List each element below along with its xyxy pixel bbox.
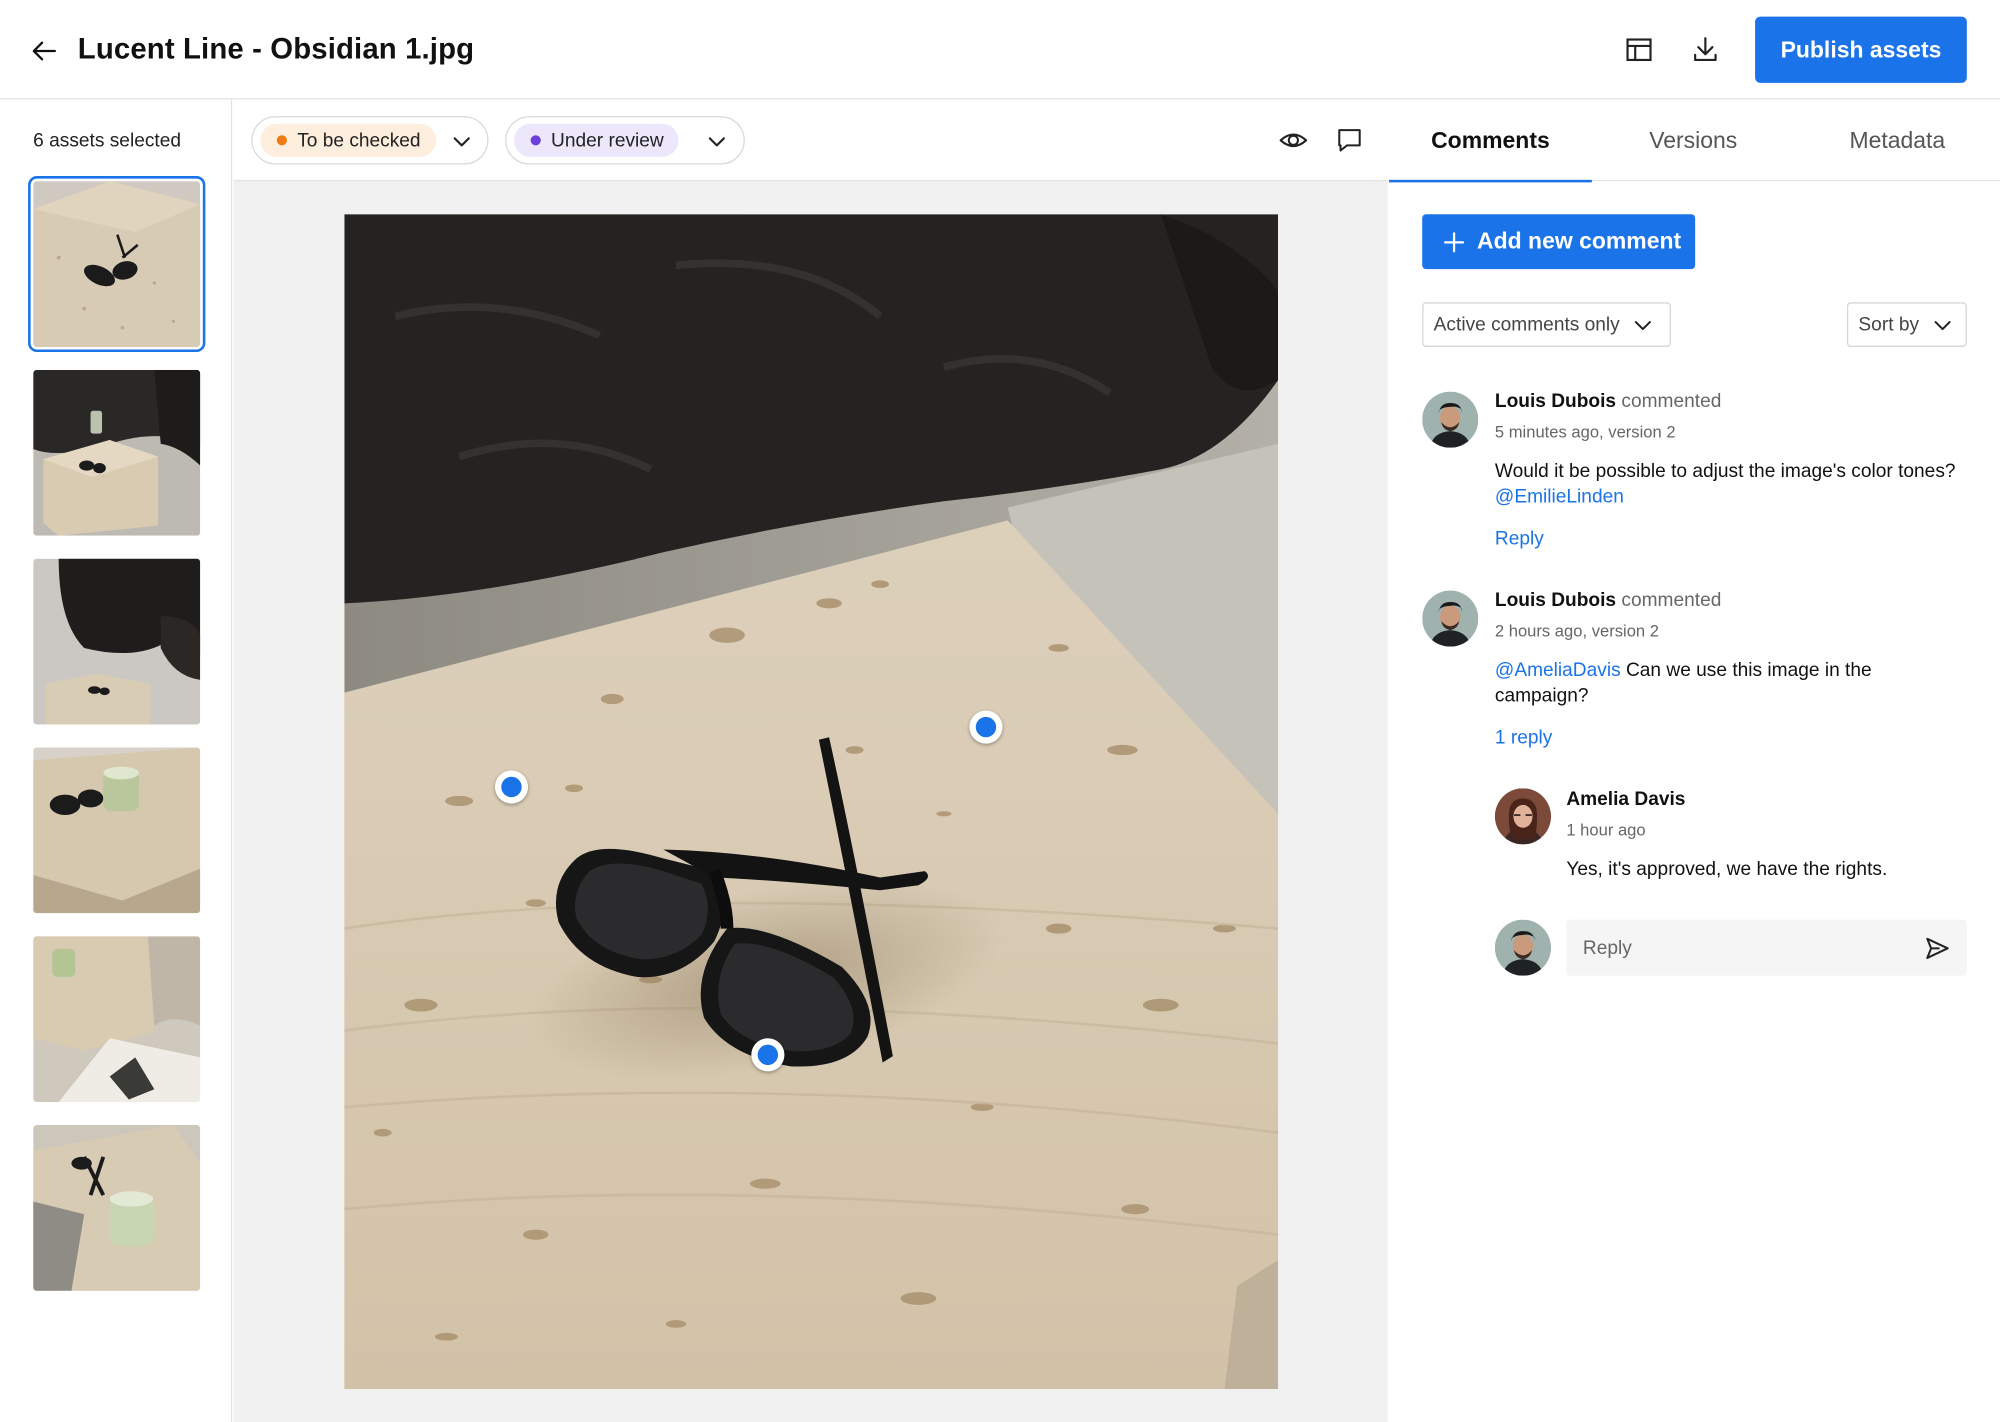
- reply-header: Amelia Davis: [1566, 788, 1685, 810]
- annotation-pin-3[interactable]: [751, 1038, 785, 1072]
- comment-text: Would it be possible to adjust the image…: [1494, 460, 1956, 483]
- selected-count: 6 assets selected: [33, 130, 182, 152]
- thumbnail-5[interactable]: [33, 936, 201, 1103]
- asset-preview-image[interactable]: [344, 214, 1279, 1390]
- reply-link[interactable]: Reply: [1495, 528, 1544, 550]
- thumbnail-1[interactable]: [28, 176, 206, 353]
- asset-sidebar: 6 assets selected: [0, 99, 233, 1422]
- comment-action: commented: [1621, 390, 1722, 412]
- layout-button[interactable]: [1622, 33, 1655, 66]
- avatar: [1494, 788, 1552, 845]
- tab-comments[interactable]: Comments: [1389, 99, 1592, 183]
- filter-label: Active comments only: [1433, 313, 1620, 336]
- status-pill-to-be-checked: To be checked: [260, 123, 436, 157]
- sort-label: Sort by: [1858, 313, 1920, 336]
- thumbnail-3[interactable]: [33, 558, 201, 725]
- add-comment-button[interactable]: Add new comment: [1422, 214, 1696, 270]
- send-button[interactable]: [1923, 935, 1950, 962]
- download-icon: [1694, 37, 1717, 62]
- comment-2-body: @AmeliaDavis Can we use this image in th…: [1495, 658, 1916, 709]
- avatar: [1422, 590, 1479, 647]
- layout-icon: [1626, 38, 1652, 62]
- avatar: [1422, 391, 1479, 448]
- status-dot: [530, 135, 541, 146]
- annotation-pin-1[interactable]: [494, 770, 529, 804]
- comment-meta: 2 hours ago, version 2: [1494, 621, 1659, 641]
- replies-link[interactable]: 1 reply: [1495, 727, 1552, 749]
- chevron-down-icon: [1933, 320, 1951, 330]
- status-pill-under-review: Under review: [514, 123, 680, 157]
- comment-author: Louis Dubois: [1494, 589, 1617, 611]
- page-title: Lucent Line - Obsidian 1.jpg: [77, 31, 475, 66]
- sort-dropdown[interactable]: Sort by: [1846, 302, 1967, 347]
- chevron-down-icon: [708, 137, 725, 147]
- annotation-pin-2[interactable]: [969, 710, 1003, 744]
- comment-author: Louis Dubois: [1494, 390, 1617, 412]
- status-label: Under review: [551, 129, 664, 152]
- comment-meta: 5 minutes ago, version 2: [1494, 422, 1676, 442]
- status-dot: [276, 135, 287, 146]
- comment-action: commented: [1621, 589, 1722, 611]
- canvas-area: To be checked Under review: [233, 99, 1388, 1422]
- thumbnail-2[interactable]: [33, 369, 201, 536]
- reply-meta: 1 hour ago: [1566, 820, 1646, 840]
- thumbnail-6[interactable]: [33, 1124, 201, 1291]
- mention-link[interactable]: @EmilieLinden: [1495, 486, 1624, 508]
- mention-link[interactable]: @AmeliaDavis: [1495, 659, 1621, 681]
- comment-2-header: Louis Dubois commented: [1495, 589, 1721, 611]
- comment-icon: [1338, 129, 1361, 152]
- download-button[interactable]: [1689, 33, 1722, 66]
- send-icon: [1926, 937, 1949, 959]
- thumbnail-4[interactable]: [33, 747, 201, 914]
- tab-versions[interactable]: Versions: [1592, 99, 1795, 181]
- status-select-2[interactable]: Under review: [505, 116, 745, 165]
- plus-icon: [1444, 231, 1465, 252]
- comment-1-body: Would it be possible to adjust the image…: [1495, 459, 1967, 510]
- reply-box: [1566, 919, 1967, 976]
- header: Lucent Line - Obsidian 1.jpg Publish ass…: [0, 0, 2000, 100]
- chevron-down-icon: [453, 137, 470, 147]
- comment-1-header: Louis Dubois commented: [1495, 390, 1721, 412]
- arrow-left-icon: [32, 41, 56, 61]
- status-label: To be checked: [297, 129, 421, 152]
- back-button[interactable]: [28, 34, 61, 67]
- reply-text: Yes, it's approved, we have the rights.: [1566, 858, 1888, 881]
- status-select-1[interactable]: To be checked: [251, 116, 489, 165]
- details-panel: Comments Versions Metadata Add new comme…: [1389, 99, 2000, 1422]
- comment-filter-dropdown[interactable]: Active comments only: [1422, 302, 1671, 347]
- toggle-comments-button[interactable]: [1334, 125, 1365, 156]
- panel-tabs: Comments Versions Metadata: [1389, 99, 2000, 183]
- preview-button[interactable]: [1278, 125, 1309, 156]
- chevron-down-icon: [1634, 320, 1651, 330]
- reply-input[interactable]: [1566, 919, 1911, 976]
- reply-author: Amelia Davis: [1566, 788, 1686, 810]
- eye-icon: [1279, 133, 1308, 148]
- add-comment-label: Add new comment: [1477, 228, 1682, 254]
- publish-assets-button[interactable]: Publish assets: [1755, 16, 1967, 83]
- tab-metadata[interactable]: Metadata: [1796, 99, 1999, 181]
- current-user-avatar: [1494, 919, 1552, 976]
- asset-toolbar: To be checked Under review: [233, 99, 1388, 182]
